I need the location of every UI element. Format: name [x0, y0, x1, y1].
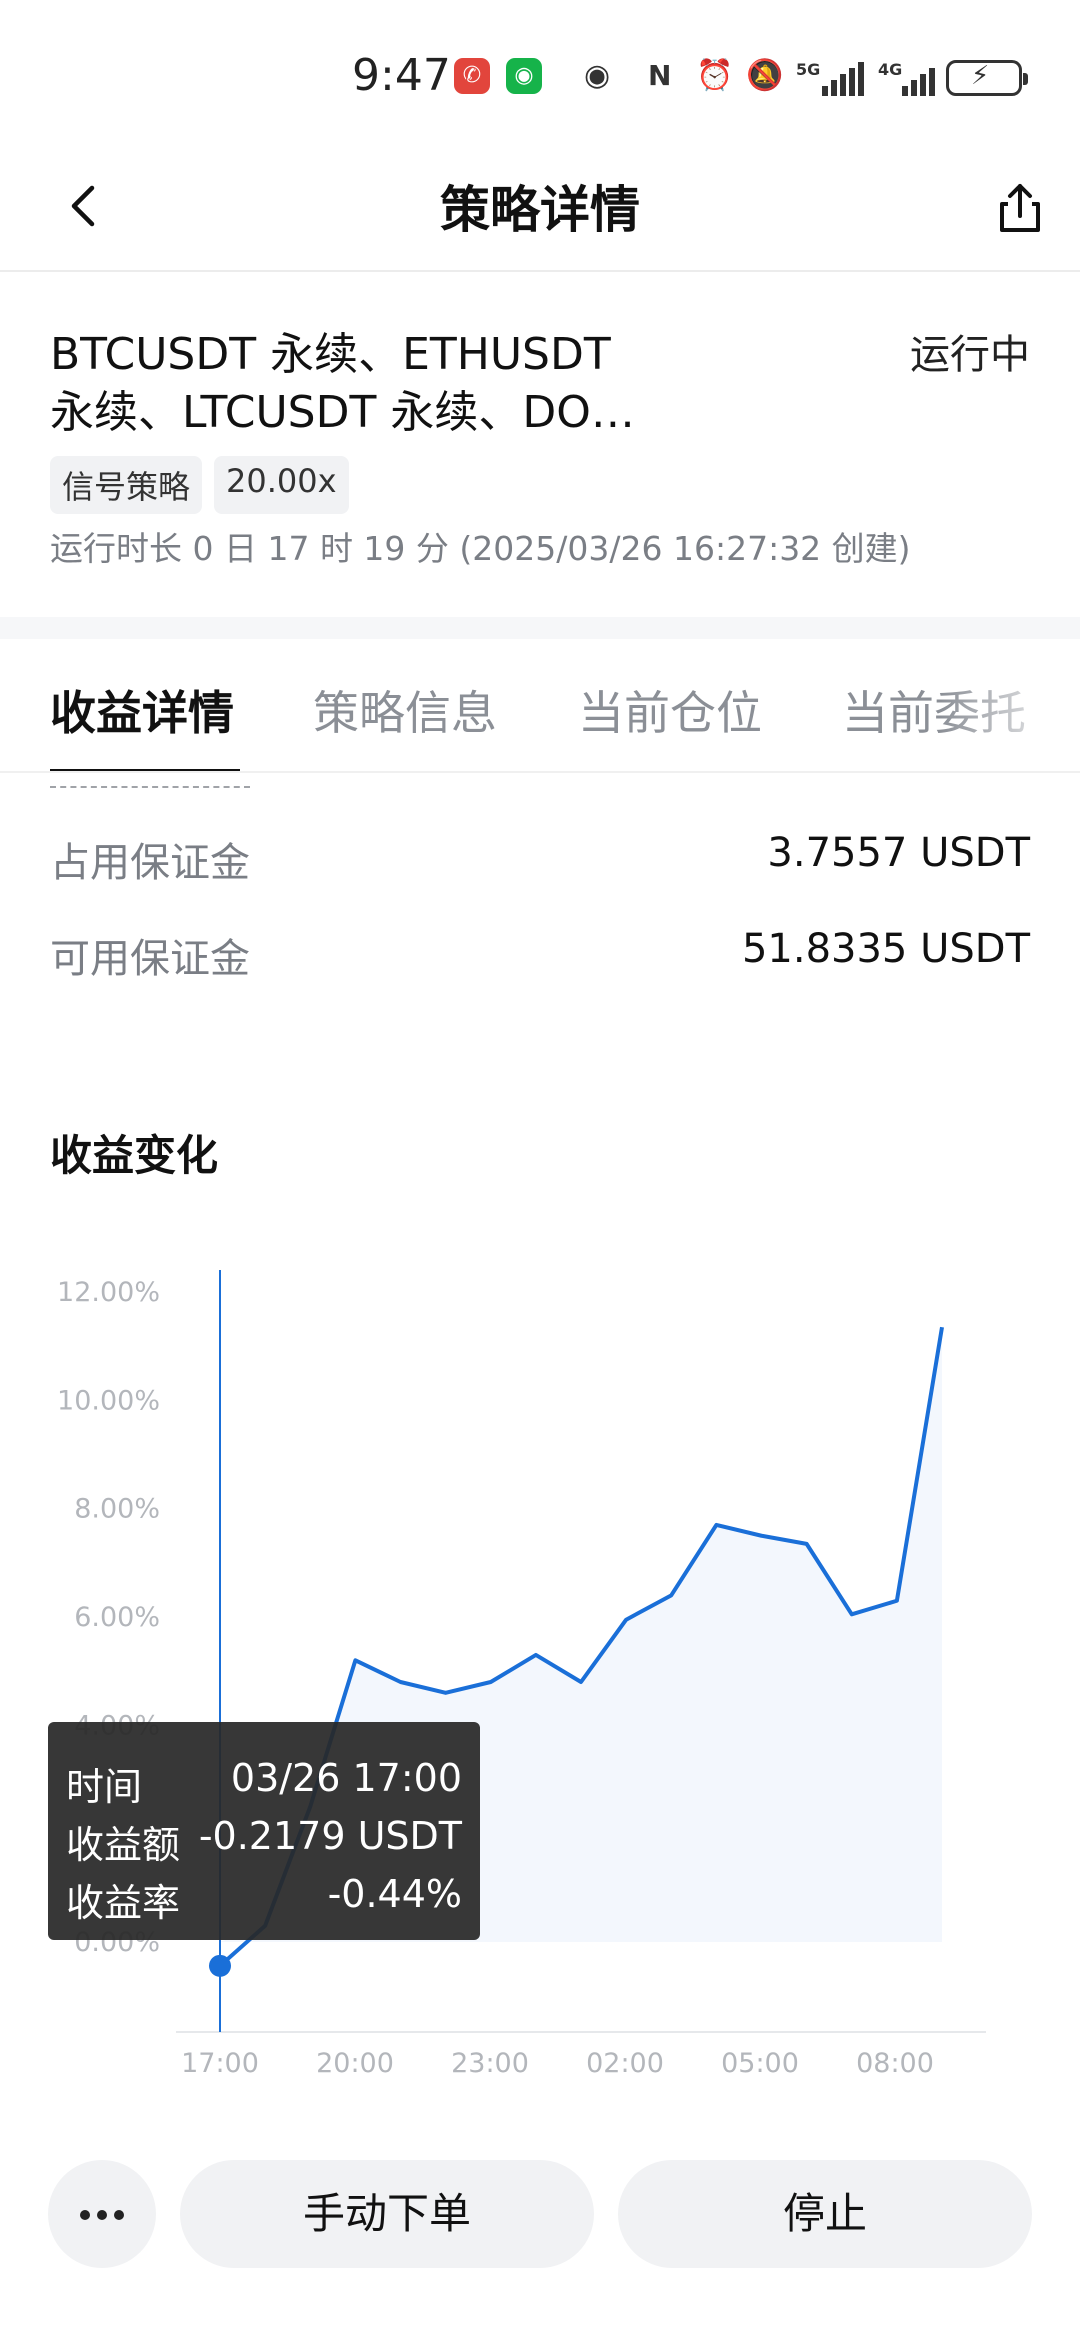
active-tab-indicator — [50, 769, 240, 771]
mute-icon: 🔕 — [746, 58, 784, 93]
strategy-summary: BTCUSDT 永续、ETHUSDT 永续、LTCUSDT 永续、DO… 运行中… — [0, 272, 1080, 617]
occupied-margin-label: 占用保证金 — [50, 840, 250, 886]
tab-strategy-info[interactable]: 策略信息 — [313, 677, 497, 743]
y-tick-label: 10.00% — [57, 1385, 160, 1416]
tab-bar: 收益详情 策略信息 当前仓位 当前委托 — [0, 639, 1080, 773]
profit-chart[interactable]: 12.00%10.00%8.00%6.00%4.00%0.00%17:0020:… — [0, 1240, 1080, 2100]
x-tick-label: 02:00 — [586, 2048, 664, 2079]
runtime-text: 运行时长 0 日 17 时 19 分 (2025/03/26 16:27:32 … — [50, 529, 911, 568]
strategy-pairs: BTCUSDT 永续、ETHUSDT 永续、LTCUSDT 永续、DO… — [50, 326, 690, 442]
status-badge: 运行中 — [910, 332, 1030, 378]
tooltip-rate-value: -0.44% — [327, 1872, 462, 1916]
available-margin-value: 51.8335 USDT — [741, 926, 1030, 972]
tab-profit-details[interactable]: 收益详情 — [50, 677, 234, 743]
x-tick-label: 17:00 — [181, 2048, 259, 2079]
tooltip-amount-label: 收益额 — [66, 1823, 181, 1867]
x-tick-label: 08:00 — [856, 2048, 934, 2079]
manual-order-button[interactable]: 手动下单 — [180, 2160, 594, 2268]
missed-call-icon: ✆ — [454, 58, 490, 94]
alarm-icon: ⏰ — [696, 58, 734, 93]
profit-change-title: 收益变化 — [50, 1131, 219, 1180]
pairs-line-2: 永续、LTCUSDT 永续、DO… — [50, 387, 635, 438]
x-tick-label: 20:00 — [316, 2048, 394, 2079]
status-time: 9:47 — [352, 50, 451, 101]
tooltip-time-label: 时间 — [66, 1765, 143, 1809]
section-divider — [0, 617, 1080, 639]
header: 策略详情 — [0, 150, 1080, 272]
x-tick-label: 23:00 — [451, 2048, 529, 2079]
tooltip-amount-row: 收益额 -0.2179 USDT — [66, 1814, 462, 1872]
scrolled-row-remnant — [50, 774, 250, 788]
signal-4g-icon — [902, 62, 935, 96]
tab-current-positions[interactable]: 当前仓位 — [578, 677, 762, 743]
y-tick-label: 8.00% — [74, 1494, 160, 1525]
status-bar: 9:47 ✆ ◉ ◉ N ⏰ 🔕 5G 4G ⚡ — [0, 0, 1080, 150]
more-button[interactable] — [48, 2160, 156, 2268]
y-tick-label: 6.00% — [74, 1602, 160, 1633]
wechat-icon: ◉ — [506, 58, 542, 94]
y-tick-label: 12.00% — [57, 1277, 160, 1308]
tooltip-time-value: 03/26 17:00 — [230, 1756, 462, 1800]
tooltip-time-row: 时间 03/26 17:00 — [66, 1756, 462, 1814]
stop-button[interactable]: 停止 — [618, 2160, 1032, 2268]
nfc-icon: N — [648, 59, 672, 92]
x-tick-label: 05:00 — [721, 2048, 799, 2079]
share-button[interactable] — [988, 176, 1052, 240]
signal-5g-icon — [822, 62, 864, 96]
bottom-action-bar: 手动下单 停止 — [0, 2150, 1080, 2280]
tabs-fade — [940, 639, 1080, 771]
tooltip-amount-value: -0.2179 USDT — [198, 1814, 462, 1858]
profit-chart-svg: 12.00%10.00%8.00%6.00%4.00%0.00%17:0020:… — [57, 1270, 986, 2079]
signal-4g-label: 4G — [878, 60, 903, 79]
signal-5g-label: 5G — [796, 60, 821, 79]
tooltip-rate-label: 收益率 — [66, 1881, 181, 1925]
leverage-tag: 20.00x — [214, 456, 349, 514]
strategy-tags: 信号策略 20.00x — [50, 456, 349, 514]
available-margin-label: 可用保证金 — [50, 936, 250, 982]
share-icon — [1000, 184, 1040, 232]
eye-icon: ◉ — [584, 58, 611, 93]
battery-charging-icon: ⚡ — [946, 60, 1028, 96]
pairs-line-1: BTCUSDT 永续、ETHUSDT — [50, 329, 611, 380]
chart-tooltip: 时间 03/26 17:00 收益额 -0.2179 USDT 收益率 -0.4… — [48, 1722, 480, 1940]
tooltip-rate-row: 收益率 -0.44% — [66, 1872, 462, 1930]
highlighted-point — [209, 1954, 231, 1977]
occupied-margin-row: 占用保证金 3.7557 USDT — [50, 830, 1030, 890]
page-title: 策略详情 — [440, 181, 640, 239]
occupied-margin-value: 3.7557 USDT — [767, 830, 1030, 876]
available-margin-row: 可用保证金 51.8335 USDT — [50, 926, 1030, 986]
strategy-type-tag: 信号策略 — [50, 456, 203, 514]
